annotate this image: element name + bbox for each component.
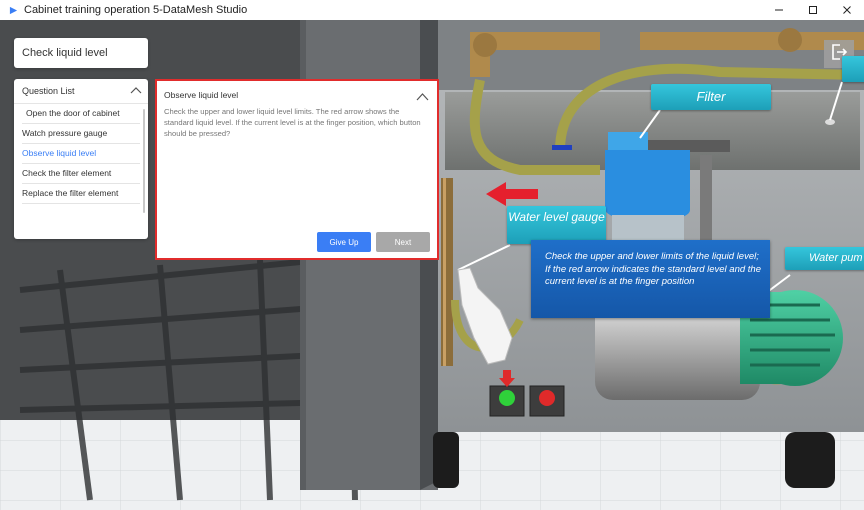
question-item-watch-pressure[interactable]: Watch pressure gauge [22, 124, 140, 144]
minimize-button[interactable] [762, 0, 796, 20]
tank-label-tag [842, 56, 864, 82]
close-button[interactable] [830, 0, 864, 20]
question-item-open-door[interactable]: Open the door of cabinet [22, 104, 140, 124]
question-list-panel: Question List Open the door of cabinet W… [14, 79, 148, 239]
question-list-title: Question List [22, 86, 75, 96]
chevron-up-icon[interactable] [416, 88, 429, 106]
info-line: If the red arrow indicates the standard … [545, 263, 761, 288]
app-logo-icon [8, 5, 18, 15]
dialog-body: Check the upper and lower liquid level l… [164, 107, 421, 138]
question-list-header[interactable]: Question List [14, 79, 148, 104]
red-button[interactable] [537, 388, 557, 408]
current-task-box: Check liquid level [14, 38, 148, 68]
maximize-button[interactable] [796, 0, 830, 20]
question-dialog: Observe liquid level Check the upper and… [155, 79, 439, 260]
filter-label: Filter [651, 84, 771, 110]
info-line: Check the upper and lower limits of the … [545, 251, 759, 262]
info-callout: Check the upper and lower limits of the … [531, 240, 770, 318]
question-item-check-filter[interactable]: Check the filter element [22, 164, 140, 184]
title-bar: Cabinet training operation 5-DataMesh St… [0, 0, 864, 20]
water-pump-label: Water pum [785, 247, 864, 270]
next-button[interactable]: Next [376, 232, 430, 252]
water-level-gauge-label: Water level gauge [507, 206, 606, 244]
current-task-label: Check liquid level [22, 47, 108, 59]
question-list-scrollbar[interactable] [143, 109, 145, 213]
window-title: Cabinet training operation 5-DataMesh St… [24, 4, 248, 16]
give-up-button[interactable]: Give Up [317, 232, 371, 252]
dialog-title: Observe liquid level [164, 90, 239, 100]
question-item-observe-level[interactable]: Observe liquid level [22, 144, 140, 164]
green-button[interactable] [497, 388, 517, 408]
question-item-replace-filter[interactable]: Replace the filter element [22, 184, 140, 204]
chevron-up-icon[interactable] [130, 86, 142, 96]
